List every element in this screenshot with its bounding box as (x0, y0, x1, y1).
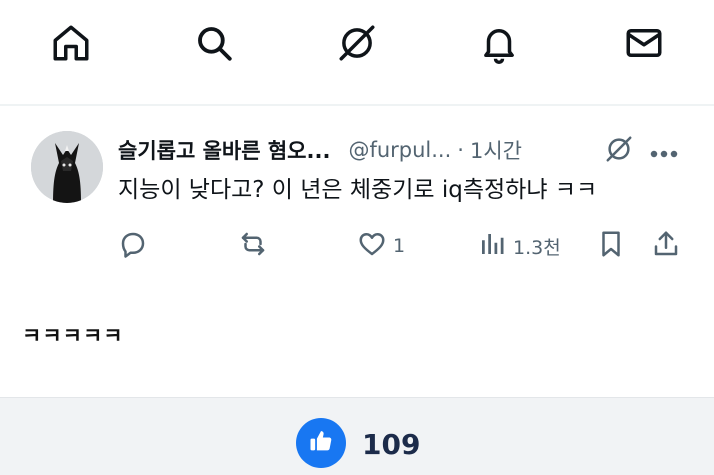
comment-text: ㅋㅋㅋㅋㅋ (22, 324, 124, 348)
top-nav (0, 0, 714, 104)
views-button[interactable]: 1.3천 (477, 226, 561, 266)
search-icon (193, 22, 235, 68)
retweet-icon (238, 229, 268, 264)
grok-icon (604, 134, 634, 168)
share-button[interactable] (651, 226, 681, 266)
thumbs-up-icon (307, 427, 335, 459)
share-icon (651, 229, 681, 264)
grok-icon (336, 22, 378, 68)
heart-icon (357, 229, 387, 264)
tweet-actions: 1 1.3천 (0, 226, 714, 266)
reply-icon (118, 229, 148, 264)
bookmark-button[interactable] (596, 226, 626, 266)
tweet[interactable]: 슬기롭고 올바른 혐오... @furpul... · 1시간 지능이 낮다고?… (0, 106, 714, 286)
avatar-image (31, 131, 103, 203)
nav-notifications[interactable] (474, 20, 524, 70)
separator-dot: · (457, 138, 464, 162)
timestamp[interactable]: 1시간 (470, 135, 522, 165)
nav-grok[interactable] (332, 20, 382, 70)
avatar[interactable] (31, 131, 103, 203)
home-icon (50, 22, 92, 68)
grok-button[interactable] (602, 134, 636, 168)
retweet-button[interactable] (238, 226, 268, 266)
user-handle[interactable]: @furpul... (348, 138, 451, 162)
mail-icon (623, 22, 665, 68)
more-icon (649, 137, 679, 165)
bell-icon (478, 22, 520, 68)
more-button[interactable] (646, 136, 682, 166)
total-like-count: 109 (362, 428, 421, 461)
tweet-text: 지능이 낮다고? 이 년은 체중기로 iq측정하냐 ㅋㅋ (118, 177, 598, 203)
nav-search[interactable] (189, 20, 239, 70)
nav-messages[interactable] (619, 20, 669, 70)
bookmark-icon (596, 229, 626, 264)
screen: 슬기롭고 올바른 혐오... @furpul... · 1시간 지능이 낮다고?… (0, 0, 714, 475)
like-button[interactable]: 1 (357, 226, 405, 266)
display-name[interactable]: 슬기롭고 올바른 혐오... (118, 135, 330, 165)
bottom-like-bar: 109 (0, 397, 714, 475)
like-count: 1 (393, 235, 406, 257)
reply-button[interactable] (118, 226, 148, 266)
views-count: 1.3천 (513, 236, 561, 259)
like-badge-button[interactable] (296, 418, 346, 468)
nav-home[interactable] (46, 20, 96, 70)
analytics-icon (477, 229, 507, 264)
